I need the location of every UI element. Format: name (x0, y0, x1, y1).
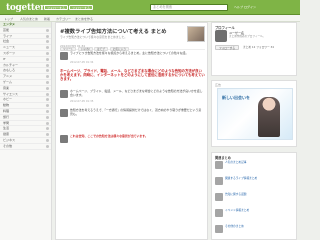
avatar[interactable] (215, 30, 227, 42)
right-column: プロフィール ユーザー名 まとめ作成者のプロフィール。 フォローする まとめ 1… (211, 22, 300, 240)
dot-icon (46, 127, 49, 131)
list-item[interactable]: その他のまとめ (215, 224, 295, 235)
thumbnail-image (215, 177, 223, 185)
thumbnail-image (215, 209, 223, 217)
related-list: 関連まとめ 人気のまとめ記事 関連するライブ情報まとめ 告知に関する話題 イベン… (211, 152, 297, 240)
ad-label: 広告 (215, 83, 222, 87)
page-layout: エンタメ 芸能 ライフ 社会 ニュース スポーツ IT カルチャー おもしろ ア… (0, 22, 300, 240)
dot-icon (46, 75, 49, 79)
dot-icon (46, 92, 49, 96)
highlight-quote: ホームページ、ブライド、電話、メール、などさまざまな場合にどのような告知の方法が… (60, 69, 205, 87)
dot-icon (46, 144, 49, 148)
dot-icon (46, 28, 49, 32)
dot-icon (46, 115, 49, 119)
dot-icon (46, 46, 49, 50)
profile-description: まとめ作成者のプロフィール。 (229, 35, 266, 38)
tweet-meta: 2012-07-05 01:35 (70, 100, 94, 103)
tweet-post: これは告知、ここでの告知方法は様々な意見が出ています。 (60, 134, 205, 155)
advertisement[interactable]: 広告 新しい出会いを (211, 80, 297, 147)
follow-button[interactable]: フォローする (44, 5, 69, 10)
related-link[interactable]: 関連するライブ情報まとめ (225, 176, 294, 180)
dot-icon (46, 138, 49, 142)
tweet-meta: 2012-07-05 01:34 (70, 61, 94, 64)
main-content: #複数ライブ告知方法について考える まとめ ライブ告知方法について様々な意見をま… (55, 22, 208, 240)
tweet-text: ライブにつき告知方法を様々な視点から考えるまとめ。主に告知方法についての色々な話… (70, 51, 189, 55)
dot-icon (46, 104, 49, 108)
search-input[interactable]: まとめを検索 (150, 4, 228, 11)
thumbnail-image (215, 225, 223, 233)
dot-icon (46, 121, 49, 125)
list-item[interactable]: 人気のまとめ記事 (215, 160, 295, 171)
related-link[interactable]: 人気のまとめ記事 (225, 160, 294, 164)
ad-text: 新しい出会いを (222, 95, 250, 100)
sidebar-item[interactable]: その他 (0, 144, 51, 150)
summary-description: ライブ告知方法について様々な意見をまとめました。 (60, 35, 128, 39)
tweet-post: ホームページ、ブライド、電話、メール、などさまざまな場合にどのような告知の方法が… (60, 89, 205, 106)
avatar (60, 109, 68, 117)
related-link[interactable]: 告知に関する話題 (225, 192, 294, 196)
list-item[interactable]: 関連するライブ情報まとめ (215, 176, 295, 187)
list-item[interactable]: イベント情報まとめ (215, 208, 295, 219)
tweet-post: 告知方法を考えるうえで、「一方通行」の情報提供だけではなく、双方向のやり取りが重… (60, 108, 205, 129)
dot-icon (46, 51, 49, 55)
dot-icon (46, 63, 49, 67)
dot-icon (46, 40, 49, 44)
summary-header: #複数ライブ告知方法について考える まとめ ライブ告知方法について様々な意見をま… (60, 26, 205, 51)
nav-item-popular[interactable]: 人気のまとめ (20, 17, 38, 21)
dot-icon (46, 57, 49, 61)
header-links[interactable]: ヘルプ ログイン (234, 5, 256, 9)
nav-item-category[interactable]: カテゴリー (56, 17, 71, 21)
avatar (60, 52, 68, 60)
tweet-text: ホームページ、ブライド、電話、メール、などさまざまな場合にどのような告知の方法が… (70, 89, 203, 97)
dot-icon (46, 133, 49, 137)
top-bar: togetter フォローする フォローする まとめを検索 ヘルプ ログイン (0, 0, 300, 15)
follow-button[interactable]: フォローする (69, 5, 94, 10)
main-navigation: トップ 人気のまとめ 新着 カテゴリー まとめを作る (0, 15, 300, 22)
category-sidebar: エンタメ 芸能 ライフ 社会 ニュース スポーツ IT カルチャー おもしろ ア… (0, 22, 52, 240)
thumbnail-image (215, 161, 223, 169)
site-logo[interactable]: togetter (6, 3, 45, 13)
avatar (60, 135, 68, 143)
related-link[interactable]: その他のまとめ (225, 224, 294, 228)
dot-icon (46, 80, 49, 84)
nav-item-top[interactable]: トップ (4, 17, 13, 21)
dot-icon (46, 86, 49, 90)
profile-card: プロフィール ユーザー名 まとめ作成者のプロフィール。 フォローする まとめ 1… (211, 22, 297, 76)
nav-item-new[interactable]: 新着 (44, 17, 50, 21)
tweet-text: 告知方法を考えるうえで、「一方通行」の情報提供だけではなく、双方向のやり取りが重… (70, 108, 202, 116)
dot-icon (46, 98, 49, 102)
dot-icon (46, 109, 49, 113)
nav-item-create[interactable]: まとめを作る (75, 17, 93, 21)
dot-icon (46, 34, 49, 38)
dot-icon (46, 69, 49, 73)
page-title: #複数ライブ告知方法について考える まとめ (60, 29, 167, 35)
quote-text: ホームページ、ブライド、電話、メール、などさまざまな場合にどのような告知の方法が… (60, 69, 205, 82)
follow-profile-button[interactable]: フォローする (215, 45, 239, 50)
related-link[interactable]: イベント情報まとめ (225, 208, 294, 212)
tweet-post: ライブにつき告知方法を様々な視点から考えるまとめ。主に告知方法についての色々な話… (60, 51, 205, 66)
profile-stats: まとめ 12 フォロワー 34 (243, 45, 274, 49)
thumbnail-image (215, 193, 223, 201)
avatar (60, 90, 68, 98)
person-image (258, 97, 280, 137)
ad-image[interactable]: 新しい出会いを (217, 88, 293, 140)
list-item[interactable]: 告知に関する話題 (215, 192, 295, 203)
summary-thumbnail (187, 26, 205, 42)
tweet-text: これは告知、ここでの告知方法は様々な意見が出ています。 (70, 134, 148, 138)
